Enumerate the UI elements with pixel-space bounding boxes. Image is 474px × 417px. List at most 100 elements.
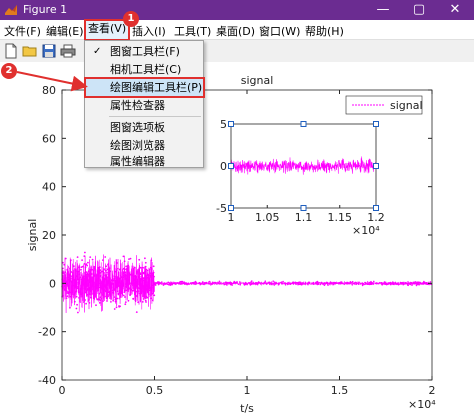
- signal-marker: [80, 266, 83, 269]
- selection-handle: [373, 205, 379, 211]
- menu-file[interactable]: 文件(F): [4, 23, 41, 39]
- signal-marker: [269, 283, 271, 285]
- signal-marker: [101, 282, 103, 285]
- menu-edit[interactable]: 编辑(E): [46, 23, 84, 39]
- signal-marker: [124, 301, 127, 303]
- signal-marker: [124, 271, 127, 274]
- signal-marker: [140, 277, 142, 280]
- menu-property-editor[interactable]: 属性编辑器: [86, 153, 203, 170]
- menu-desktop[interactable]: 桌面(D): [216, 23, 255, 39]
- signal-marker: [336, 282, 339, 284]
- x-tick-label: 1.5: [331, 384, 349, 397]
- open-folder-icon[interactable]: [22, 43, 38, 59]
- signal-marker: [73, 292, 76, 294]
- maximize-button[interactable]: ▢: [404, 0, 434, 20]
- menu-plot-edit-toolbar[interactable]: 绘图编辑工具栏(P): [84, 77, 205, 98]
- menu-tools[interactable]: 工具(T): [174, 23, 211, 39]
- signal-marker: [214, 281, 217, 284]
- signal-marker: [151, 286, 153, 289]
- signal-marker: [79, 291, 82, 294]
- signal-marker: [181, 282, 183, 285]
- menu-figure-toolbar[interactable]: ✓ 图窗工具栏(F): [86, 43, 203, 60]
- menu-view[interactable]: 查看(V): [83, 19, 131, 41]
- chart-title: signal: [241, 74, 274, 87]
- signal-marker: [77, 266, 80, 269]
- signal-marker: [239, 281, 241, 283]
- signal-marker: [154, 282, 157, 284]
- check-icon: ✓: [93, 46, 102, 57]
- signal-marker: [151, 292, 154, 295]
- signal-marker: [144, 270, 147, 273]
- signal-marker: [108, 267, 111, 270]
- signal-marker: [211, 283, 214, 285]
- menu-item-label: 属性检查器: [110, 99, 165, 112]
- menu-figure-palette[interactable]: 图窗选项板: [86, 119, 203, 136]
- signal-marker: [153, 294, 156, 297]
- signal-marker: [75, 275, 78, 278]
- legend: signal: [345, 95, 423, 115]
- signal-marker: [275, 282, 278, 284]
- signal-marker: [106, 268, 109, 271]
- signal-marker: [329, 281, 332, 283]
- signal-marker: [122, 294, 125, 297]
- signal-marker: [86, 279, 89, 281]
- signal-marker: [76, 287, 79, 290]
- signal-marker: [145, 284, 148, 286]
- signal-marker: [144, 281, 147, 284]
- y-tick-label: 80: [42, 84, 56, 97]
- signal-marker: [219, 282, 222, 285]
- signal-marker: [306, 283, 309, 285]
- signal-marker: [138, 258, 141, 261]
- signal-marker: [142, 266, 145, 269]
- menu-help[interactable]: 帮助(H): [305, 23, 344, 39]
- minimize-button[interactable]: —: [368, 0, 398, 20]
- signal-marker: [77, 270, 80, 273]
- signal-marker: [181, 280, 184, 283]
- signal-marker: [94, 268, 96, 271]
- signal-marker: [210, 283, 212, 285]
- signal-marker: [266, 282, 268, 284]
- signal-marker: [82, 276, 84, 278]
- selection-handle: [373, 121, 379, 127]
- signal-marker: [202, 281, 204, 283]
- menu-bar: 文件(F) 编辑(E) 查看(V) 插入(I) 工具(T) 桌面(D) 窗口(W…: [0, 19, 474, 41]
- menu-property-inspector[interactable]: 属性检查器: [86, 97, 203, 114]
- signal-marker: [149, 274, 152, 277]
- signal-marker: [351, 284, 354, 286]
- signal-marker: [91, 258, 94, 261]
- signal-marker: [169, 283, 172, 286]
- save-icon[interactable]: [41, 43, 57, 59]
- print-icon[interactable]: [60, 43, 76, 59]
- signal-marker: [96, 274, 99, 277]
- signal-marker: [85, 285, 88, 287]
- new-file-icon[interactable]: [3, 43, 19, 59]
- signal-marker: [106, 295, 109, 298]
- signal-marker: [127, 287, 130, 290]
- close-button[interactable]: ✕: [440, 0, 470, 20]
- menu-window[interactable]: 窗口(W): [259, 23, 300, 39]
- signal-marker: [351, 280, 354, 283]
- signal-marker: [122, 283, 124, 286]
- signal-marker: [101, 276, 104, 278]
- signal-marker: [76, 278, 79, 281]
- x-exponent-label: ×10⁴: [408, 398, 436, 411]
- signal-marker: [74, 282, 77, 285]
- signal-marker: [102, 293, 104, 296]
- menu-insert[interactable]: 插入(I): [132, 23, 166, 39]
- selection-handle: [300, 121, 307, 127]
- signal-marker: [98, 292, 101, 295]
- signal-marker: [146, 276, 149, 279]
- signal-marker: [262, 282, 264, 285]
- signal-marker: [135, 280, 138, 283]
- signal-marker: [132, 297, 135, 300]
- signal-marker: [123, 291, 126, 294]
- menu-plot-browser[interactable]: 绘图浏览器: [86, 137, 203, 154]
- signal-marker: [67, 271, 69, 274]
- signal-marker: [116, 290, 119, 293]
- menu-camera-toolbar[interactable]: 相机工具栏(C): [86, 61, 203, 78]
- signal-marker: [104, 256, 107, 258]
- selection-handle: [228, 163, 234, 169]
- signal-marker: [100, 297, 103, 300]
- signal-marker: [179, 280, 181, 283]
- signal-marker: [117, 283, 119, 285]
